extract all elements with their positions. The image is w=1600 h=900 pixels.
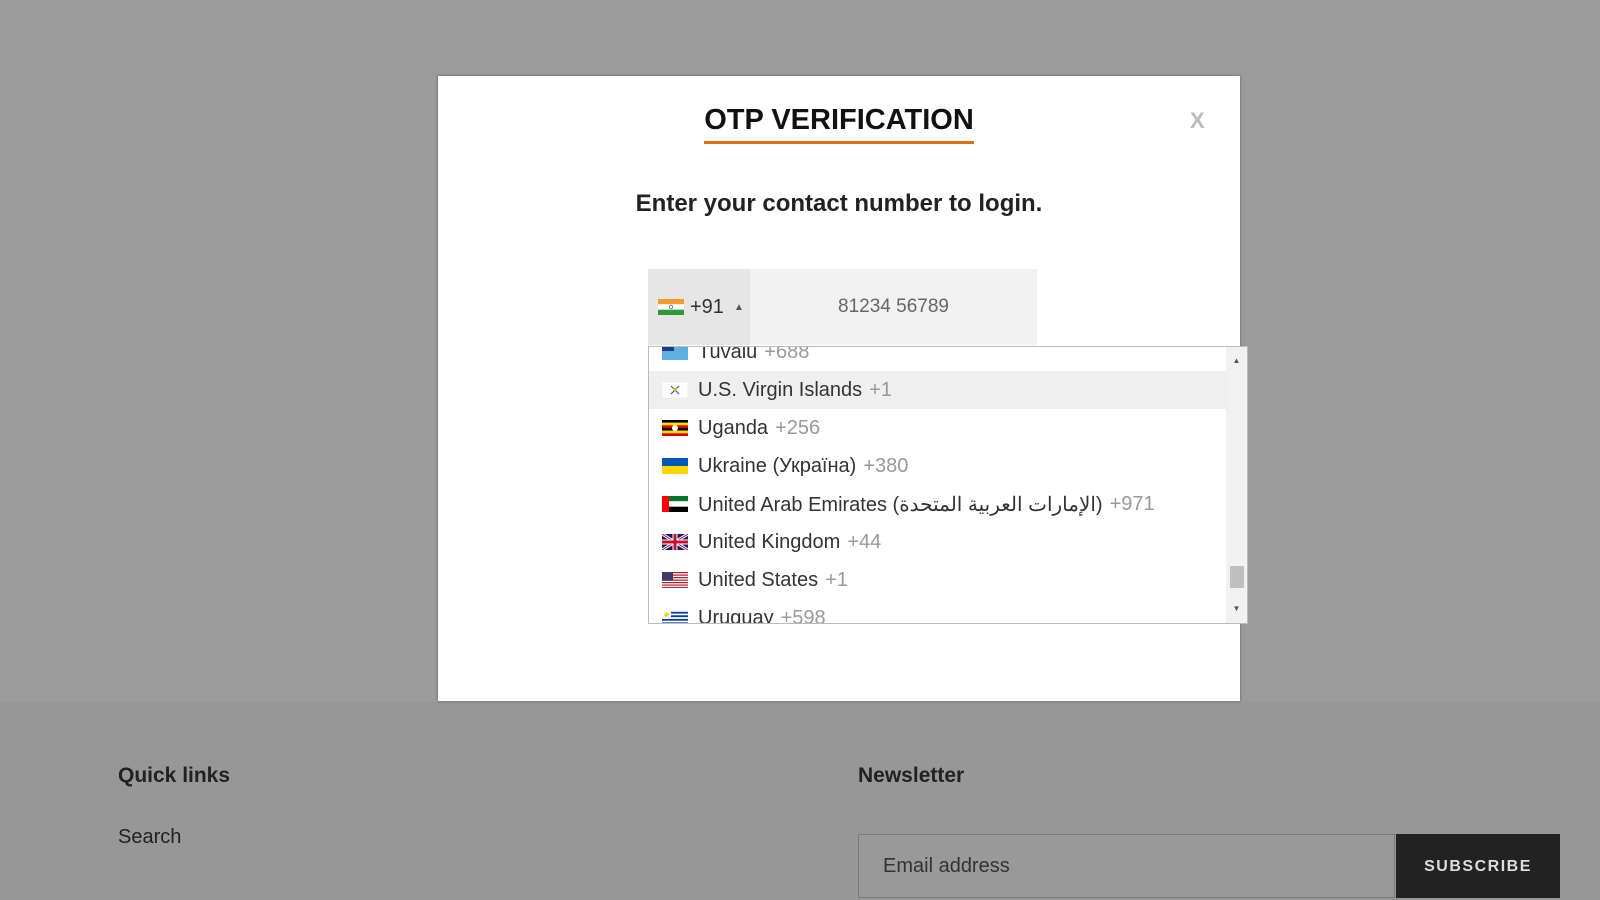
scroll-down-arrow-icon[interactable]: ▼: [1226, 601, 1247, 617]
email-input[interactable]: Email address: [858, 834, 1395, 898]
newsletter-heading: Newsletter: [858, 764, 965, 787]
country-name: Uruguay: [698, 606, 774, 624]
uganda-flag-icon: [662, 420, 688, 436]
country-option-uk[interactable]: United Kingdom +44: [649, 523, 1227, 561]
country-list: Tuvalu +688 U.S. Virgin Islands +1 Ugand…: [649, 346, 1227, 624]
country-code: +380: [863, 454, 909, 477]
uk-flag-icon: [662, 534, 688, 550]
search-link[interactable]: Search: [118, 826, 181, 849]
country-dropdown[interactable]: Tuvalu +688 U.S. Virgin Islands +1 Ugand…: [648, 346, 1248, 624]
country-option-us[interactable]: United States +1: [649, 561, 1227, 599]
country-option-ukraine[interactable]: Ukraine (Україна) +380: [649, 447, 1227, 485]
dropdown-scrollbar[interactable]: ▲ ▼: [1226, 347, 1247, 623]
us-flag-icon: [662, 572, 688, 588]
country-code: +1: [869, 378, 892, 401]
phone-field: +91 ▲ 81234 56789: [648, 269, 1037, 345]
country-option-uganda[interactable]: Uganda +256: [649, 409, 1227, 447]
country-option-us-virgin-islands[interactable]: U.S. Virgin Islands +1: [649, 371, 1227, 409]
country-code: +1: [825, 568, 848, 591]
uruguay-flag-icon: [662, 610, 688, 623]
scrollbar-thumb[interactable]: [1230, 566, 1244, 588]
country-code: +256: [775, 416, 821, 439]
phone-input[interactable]: 81234 56789: [750, 269, 1037, 345]
country-option-uruguay[interactable]: Uruguay +598: [649, 599, 1227, 624]
india-flag-icon: [658, 299, 684, 315]
us-virgin-islands-flag-icon: [662, 382, 688, 398]
country-name: United Kingdom: [698, 530, 841, 553]
country-code: +44: [847, 530, 882, 553]
country-name: United States: [698, 568, 819, 591]
modal-title: OTP VERIFICATION: [704, 104, 974, 144]
subscribe-button[interactable]: SUBSCRIBE: [1396, 834, 1560, 898]
country-code: +971: [1109, 492, 1155, 515]
country-code: +598: [780, 606, 826, 624]
country-code: +688: [764, 346, 810, 363]
modal-title-wrap: OTP VERIFICATION: [438, 104, 1240, 144]
dial-code: +91: [690, 295, 724, 318]
arrow-up-icon: ▲: [733, 301, 744, 313]
tuvalu-flag-icon: [662, 347, 688, 360]
country-name: Tuvalu: [698, 346, 758, 363]
country-option-uae[interactable]: United Arab Emirates (‫الإمارات العربية …: [649, 485, 1227, 523]
country-selector[interactable]: +91 ▲: [648, 269, 750, 345]
quick-links-heading: Quick links: [118, 764, 231, 787]
country-name: Ukraine (Україна): [698, 454, 857, 477]
country-name: United Arab Emirates (‫الإمارات العربية …: [698, 493, 1103, 516]
close-button[interactable]: X: [1190, 108, 1205, 134]
country-name: U.S. Virgin Islands: [698, 378, 863, 401]
country-name: Uganda: [698, 416, 769, 439]
country-option-tuvalu[interactable]: Tuvalu +688: [649, 346, 1227, 371]
ukraine-flag-icon: [662, 458, 688, 474]
scroll-up-arrow-icon[interactable]: ▲: [1226, 353, 1247, 369]
uae-flag-icon: [662, 496, 688, 512]
modal-subtitle: Enter your contact number to login.: [635, 190, 1043, 217]
